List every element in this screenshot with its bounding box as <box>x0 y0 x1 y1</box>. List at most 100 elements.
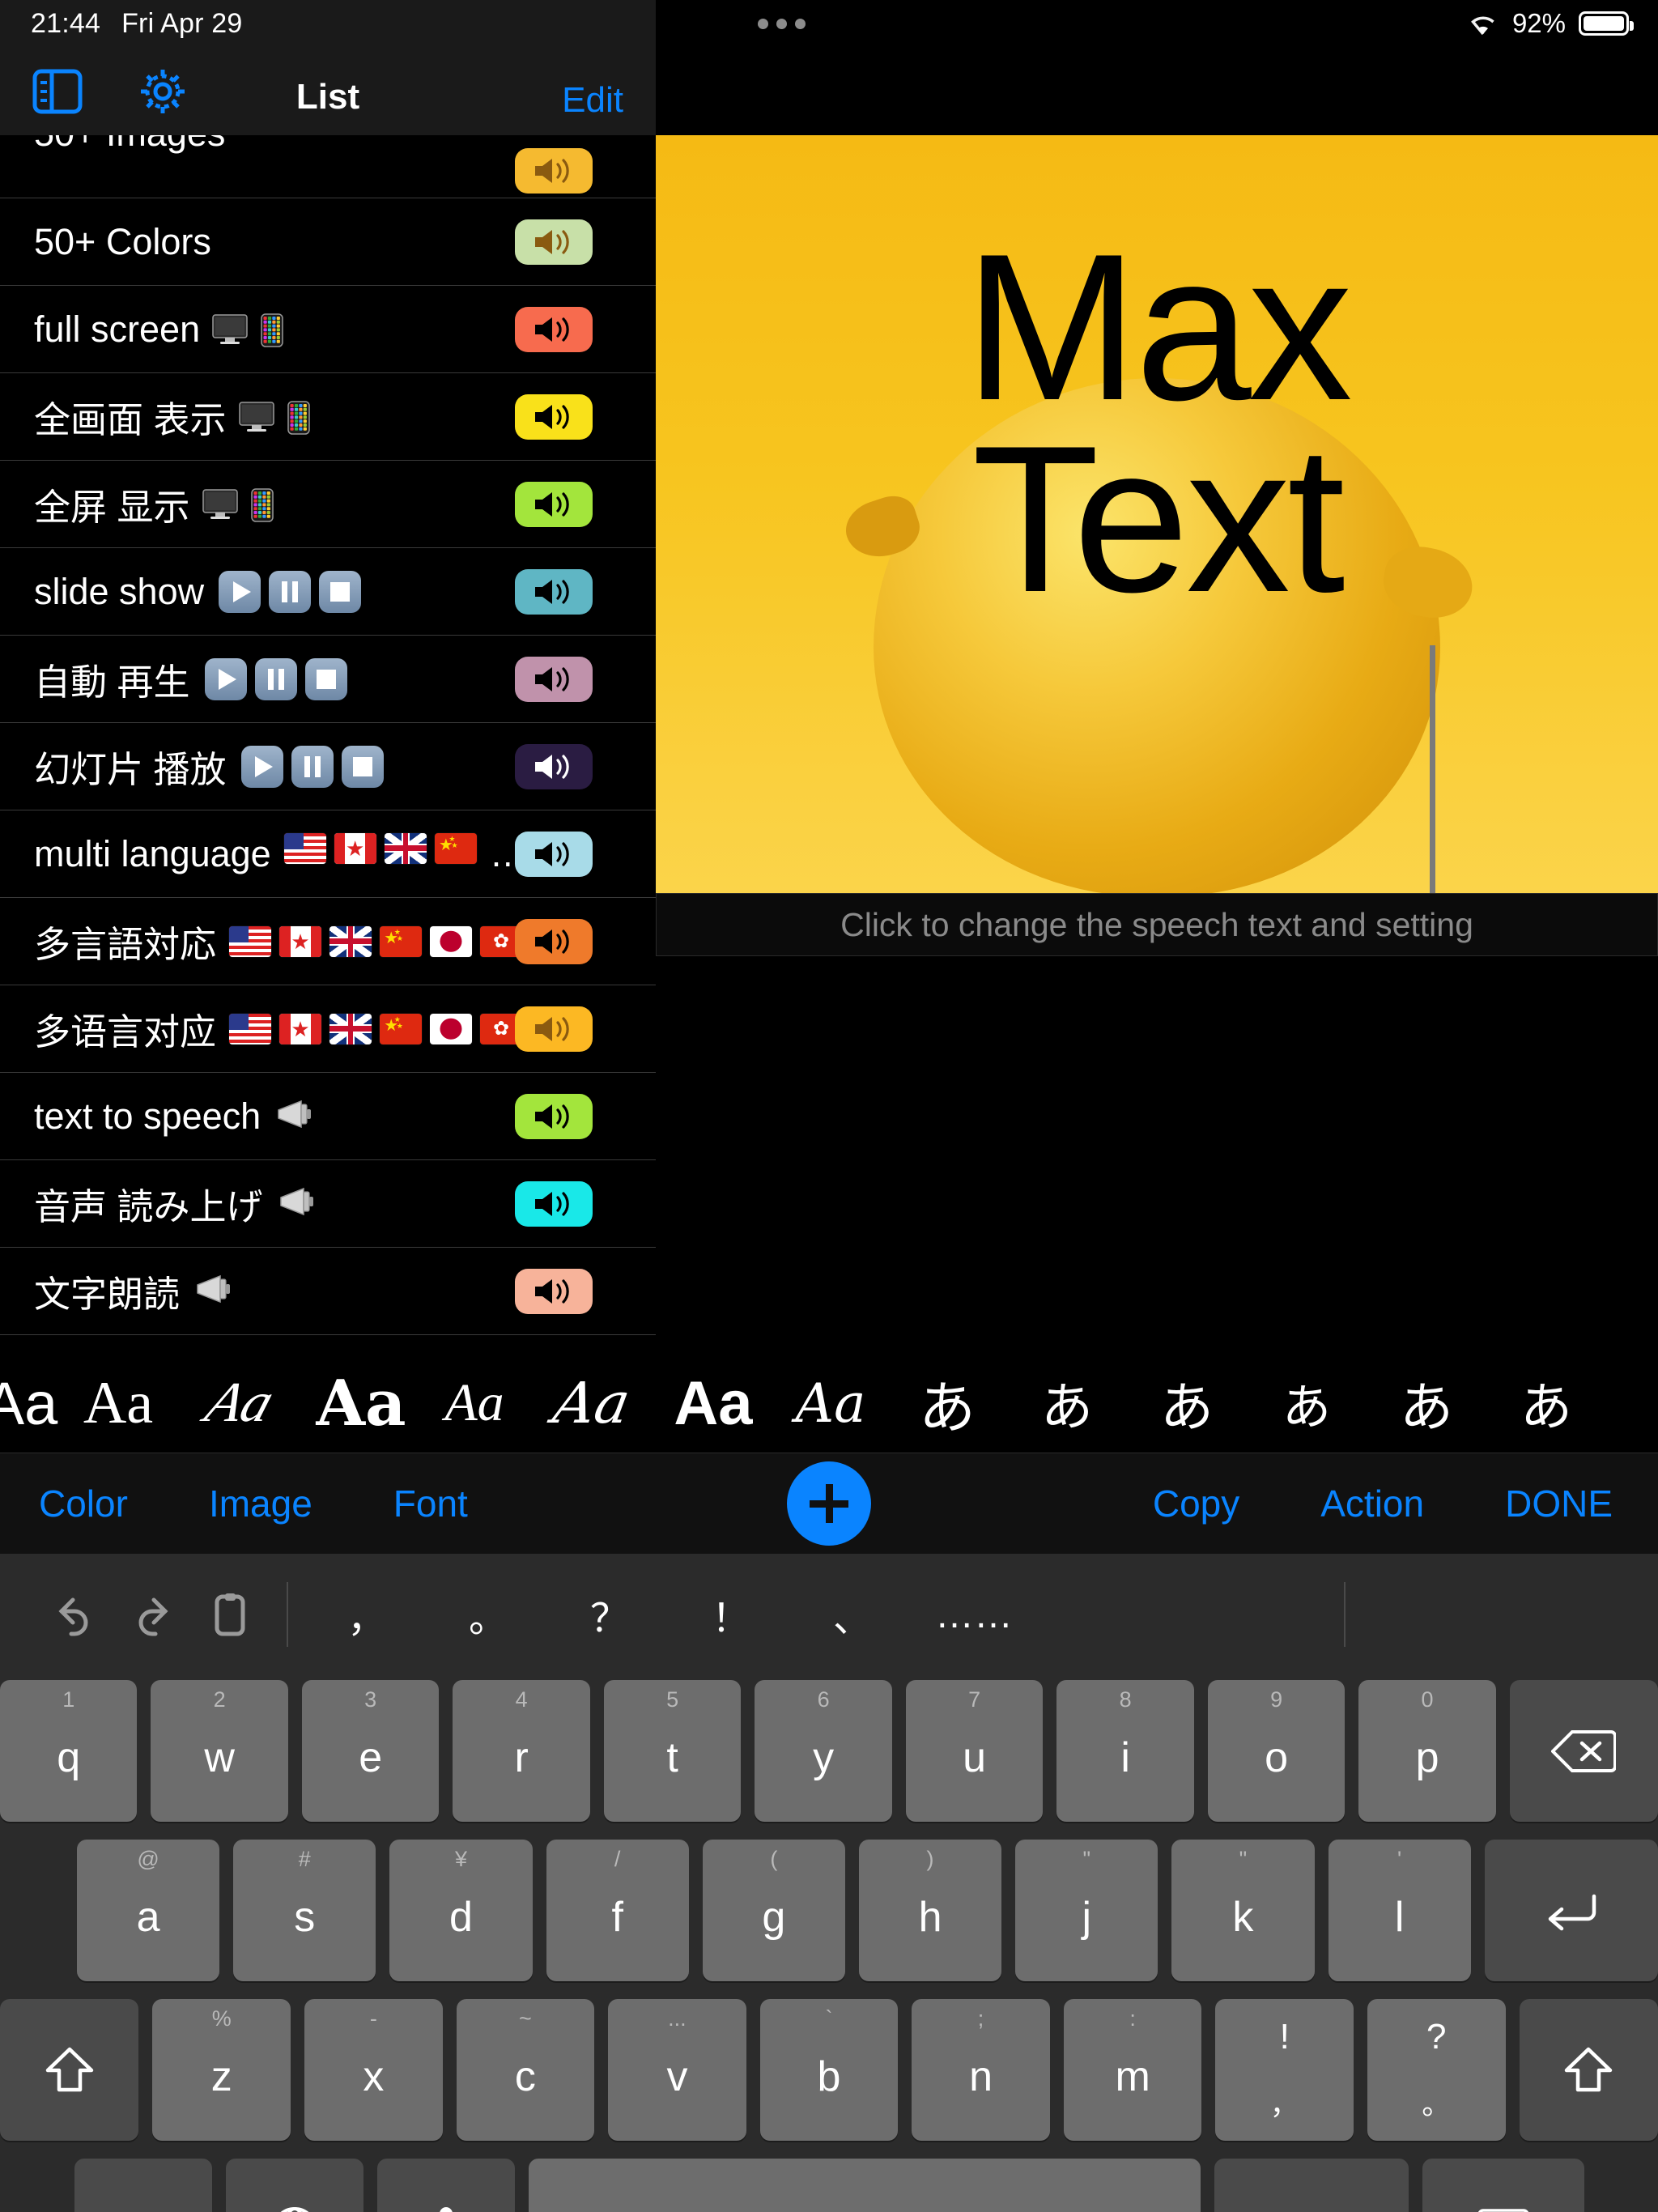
list-item[interactable]: full screen <box>0 286 656 373</box>
font-sample[interactable]: Aa <box>774 1354 887 1453</box>
key-u[interactable]: 7u <box>905 1680 1044 1822</box>
font-sample[interactable]: あ <box>1486 1354 1606 1453</box>
font-sample-strip[interactable]: Aa Aa Aa Aa Aa Aa Aa Aa ああああああ <box>0 1354 1658 1453</box>
font-button[interactable]: Font <box>393 1482 468 1525</box>
key-z[interactable]: % z <box>152 1999 291 2141</box>
list-item[interactable]: 多言語対応 ★ ★ ★ ★ ✿ <box>0 898 656 985</box>
key-d[interactable]: ¥ d <box>389 1840 533 1981</box>
stop-icon[interactable] <box>341 745 384 788</box>
list-item[interactable]: 幻灯片 播放 <box>0 723 656 810</box>
speak-button[interactable] <box>515 219 593 265</box>
font-sample[interactable]: Aa <box>62 1354 175 1453</box>
key-a[interactable]: @ a <box>77 1840 220 1981</box>
speak-button[interactable] <box>515 1006 593 1052</box>
predict-char[interactable]: ？ <box>549 1586 670 1643</box>
key-l[interactable]: ' l <box>1328 1840 1471 1981</box>
speech-hint-bar[interactable]: Click to change the speech text and sett… <box>656 893 1658 956</box>
font-sample[interactable]: Aa <box>0 1354 62 1453</box>
font-sample[interactable]: Aa <box>304 1354 418 1453</box>
key-m[interactable]: :m <box>1063 1999 1202 2141</box>
key-c[interactable]: ~ c <box>456 1999 595 2141</box>
key-q[interactable]: 1q <box>0 1680 138 1822</box>
font-sample[interactable]: Aa <box>653 1354 774 1453</box>
font-sample[interactable]: あ <box>1367 1354 1486 1453</box>
key-e[interactable]: 3e <box>301 1680 440 1822</box>
speak-button[interactable] <box>515 481 593 527</box>
speak-button[interactable] <box>515 831 593 877</box>
key-b[interactable]: ` b <box>759 1999 899 2141</box>
add-button[interactable] <box>787 1461 871 1546</box>
punct-key[interactable]: ?。 <box>1367 1999 1506 2141</box>
font-sample[interactable]: あ <box>1127 1354 1247 1453</box>
key-f[interactable]: / f <box>546 1840 689 1981</box>
play-icon[interactable] <box>240 745 283 788</box>
list-item[interactable]: 50+ Colors <box>0 198 656 286</box>
redo-icon[interactable] <box>113 1589 191 1640</box>
copy-button[interactable]: Copy <box>1153 1482 1239 1525</box>
key-y[interactable]: 6y <box>755 1680 892 1822</box>
speak-button[interactable] <box>515 656 593 702</box>
key-o[interactable]: 9o <box>1207 1680 1346 1822</box>
media-controls[interactable] <box>227 745 384 788</box>
gear-icon[interactable] <box>138 66 188 121</box>
space-key[interactable]: 空格 <box>528 2159 1201 2212</box>
list-item[interactable]: 多语言对应 ★ ★ ★ ★ ✿ <box>0 985 656 1073</box>
done-button[interactable]: DONE <box>1505 1482 1613 1525</box>
font-sample[interactable]: Aa <box>159 1354 321 1453</box>
key-n[interactable]: ; n <box>912 1999 1050 2141</box>
key-w[interactable]: 2w <box>151 1680 288 1822</box>
font-sample[interactable]: あ <box>1007 1354 1127 1453</box>
list-item[interactable]: text to speech <box>0 1073 656 1160</box>
key-v[interactable]: ... v <box>608 1999 746 2141</box>
list-item[interactable]: multi language ★ ★ ★ ★… <box>0 810 656 898</box>
key-x[interactable]: -x <box>304 1999 443 2141</box>
globe-key[interactable] <box>225 2159 363 2212</box>
predict-char[interactable]: 。 <box>427 1586 549 1643</box>
undo-icon[interactable] <box>36 1589 113 1640</box>
speak-button[interactable] <box>515 393 593 440</box>
pause-icon[interactable] <box>269 570 312 613</box>
media-controls[interactable] <box>190 657 347 700</box>
punct-key[interactable]: !， <box>1215 1999 1354 2141</box>
sidebar-toggle-icon[interactable] <box>32 69 83 118</box>
key-p[interactable]: 0p <box>1358 1680 1496 1822</box>
font-sample[interactable]: あ <box>887 1354 1007 1453</box>
list-item[interactable]: 全屏 显示 <box>0 461 656 548</box>
numbers-key-left[interactable]: .?123 <box>74 2159 212 2212</box>
return-key[interactable] <box>1484 1840 1658 1981</box>
pause-icon[interactable] <box>291 745 334 788</box>
speak-button[interactable] <box>515 1268 593 1314</box>
key-k[interactable]: " k <box>1171 1840 1315 1981</box>
list-item[interactable]: 自動 再生 <box>0 636 656 723</box>
speak-button[interactable] <box>515 743 593 789</box>
play-icon[interactable] <box>204 657 247 700</box>
edit-button[interactable]: Edit <box>562 80 623 121</box>
preview-canvas[interactable]: Max Text <box>656 135 1658 893</box>
speak-button[interactable] <box>515 1180 593 1227</box>
pause-icon[interactable] <box>254 657 297 700</box>
speak-button[interactable] <box>515 148 593 194</box>
speak-button[interactable] <box>515 568 593 615</box>
key-g[interactable]: (g <box>702 1840 845 1981</box>
list-item[interactable]: 50+ Images <box>0 135 656 198</box>
hide-keyboard-key[interactable] <box>1422 2159 1584 2212</box>
predict-char[interactable]: ！ <box>670 1586 792 1643</box>
backspace-key[interactable] <box>1509 1680 1658 1822</box>
key-r[interactable]: 4r <box>453 1680 590 1822</box>
key-i[interactable]: 8i <box>1056 1680 1194 1822</box>
play-icon[interactable] <box>219 570 261 613</box>
multitask-dots-icon[interactable] <box>758 18 806 29</box>
speak-button[interactable] <box>515 306 593 352</box>
list-item[interactable]: 音声 読み上げ <box>0 1160 656 1248</box>
list-scroll-container[interactable]: 50+ Images 50+ Colors full screen 全画面 表示全屏 … <box>0 135 656 1354</box>
clipboard-icon[interactable] <box>191 1589 269 1640</box>
list-item[interactable]: 全画面 表示 <box>0 373 656 461</box>
key-s[interactable]: # s <box>233 1840 376 1981</box>
predict-char[interactable]: ， <box>306 1586 427 1643</box>
key-j[interactable]: " j <box>1015 1840 1158 1981</box>
image-button[interactable]: Image <box>209 1482 312 1525</box>
action-button[interactable]: Action <box>1320 1482 1424 1525</box>
font-sample[interactable]: あ <box>1247 1354 1367 1453</box>
font-sample[interactable]: Aa <box>522 1354 661 1453</box>
shift-key-right[interactable] <box>1519 1999 1658 2141</box>
